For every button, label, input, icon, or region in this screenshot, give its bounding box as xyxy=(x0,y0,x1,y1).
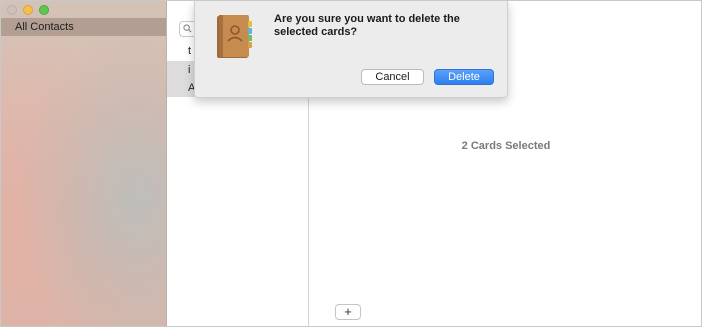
window-controls xyxy=(7,5,49,15)
maximize-window-button[interactable] xyxy=(39,5,49,15)
sidebar: All Contacts xyxy=(1,1,167,326)
delete-confirmation-dialog: Are you sure you want to delete the sele… xyxy=(194,1,508,98)
cancel-button[interactable]: Cancel xyxy=(361,69,424,85)
search-icon xyxy=(183,24,192,33)
contacts-window: All Contacts t i A 2 Cards Selected + Ar xyxy=(0,0,702,327)
close-window-button[interactable] xyxy=(7,5,17,15)
minimize-window-button[interactable] xyxy=(23,5,33,15)
add-contact-button[interactable]: + xyxy=(335,304,361,320)
sidebar-item-all-contacts[interactable]: All Contacts xyxy=(1,18,166,36)
selection-status: 2 Cards Selected xyxy=(461,140,551,152)
contacts-book-icon xyxy=(217,15,252,58)
delete-button[interactable]: Delete xyxy=(434,69,494,85)
dialog-message: Are you sure you want to delete the sele… xyxy=(274,13,460,38)
